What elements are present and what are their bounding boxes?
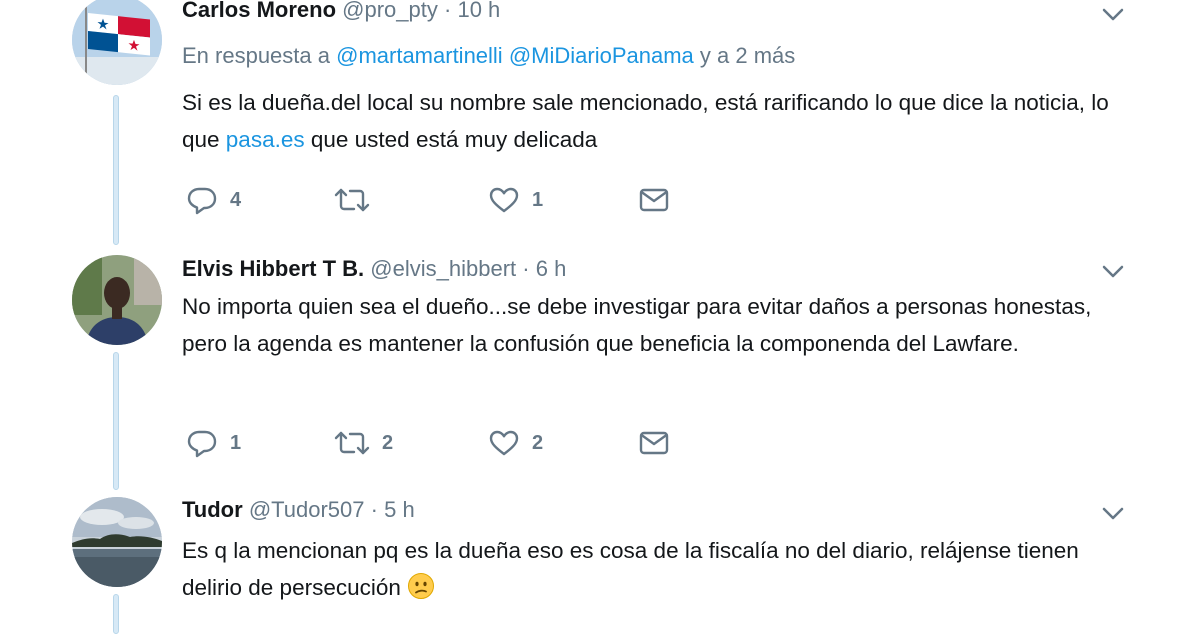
mention-link[interactable]: @martamartinelli <box>336 43 503 68</box>
retweet-button[interactable]: 2 <box>334 427 393 459</box>
direct-message-button[interactable] <box>638 184 670 216</box>
author-handle[interactable]: @Tudor507 <box>249 497 365 522</box>
tweet-header: Elvis Hibbert T B. @elvis_hibbert · 6 h <box>182 255 566 283</box>
separator-dot: · <box>522 256 530 281</box>
author-name[interactable]: Tudor <box>182 497 243 522</box>
tweet-header: Carlos Moreno @pro_pty · 10 h <box>182 0 500 24</box>
tweet-carlos-moreno[interactable]: Carlos Moreno @pro_pty · 10 h En respues… <box>0 0 1200 250</box>
author-handle[interactable]: @pro_pty <box>342 0 438 22</box>
author-name[interactable]: Carlos Moreno <box>182 0 336 22</box>
reply-context: En respuesta a @martamartinelli @MiDiari… <box>182 42 795 70</box>
avatar[interactable] <box>72 497 162 587</box>
retweet-icon <box>334 188 370 212</box>
reply-button[interactable]: 4 <box>186 184 241 216</box>
panama-flag-image <box>72 0 162 85</box>
reply-button[interactable]: 1 <box>186 427 241 459</box>
tweet-text: Si es la dueña.del local su nombre sale … <box>182 84 1142 158</box>
reply-icon <box>187 430 217 458</box>
mention-link[interactable]: @MiDiarioPanama <box>509 43 694 68</box>
tweet-text-part: Es q la mencionan pq es la dueña eso es … <box>182 538 1079 600</box>
direct-message-icon <box>639 431 669 455</box>
direct-message-icon <box>639 188 669 212</box>
chevron-down-icon[interactable] <box>1100 503 1126 523</box>
like-icon <box>489 430 519 456</box>
avatar[interactable] <box>72 0 162 85</box>
tweet-text: Es q la mencionan pq es la dueña eso es … <box>182 532 1142 611</box>
thread-line <box>113 95 119 245</box>
thread-line <box>113 594 119 634</box>
profile-photo <box>72 497 162 587</box>
timestamp[interactable]: 5 h <box>384 497 415 522</box>
chevron-down-icon[interactable] <box>1100 4 1126 24</box>
author-handle[interactable]: @elvis_hibbert <box>370 256 516 281</box>
timestamp[interactable]: 10 h <box>457 0 500 22</box>
avatar[interactable] <box>72 255 162 345</box>
thread-line <box>113 352 119 490</box>
tweet-text: No importa quien sea el dueño...se debe … <box>182 294 1092 356</box>
tweet-header: Tudor @Tudor507 · 5 h <box>182 496 415 524</box>
profile-photo <box>72 255 162 345</box>
direct-message-button[interactable] <box>638 427 670 459</box>
reply-count: 4 <box>230 188 242 211</box>
confused-face-emoji <box>407 572 435 611</box>
tweet-link[interactable]: pasa.es <box>226 127 305 152</box>
retweet-icon <box>334 431 370 455</box>
timestamp[interactable]: 6 h <box>536 256 567 281</box>
tweet-text-part: que usted está muy delicada <box>304 127 598 152</box>
retweet-button[interactable] <box>334 184 382 216</box>
like-button[interactable]: 1 <box>488 184 543 216</box>
like-icon <box>489 187 519 213</box>
chevron-down-icon[interactable] <box>1100 261 1126 281</box>
retweet-count: 2 <box>382 431 394 454</box>
reply-suffix[interactable]: y a 2 más <box>700 43 795 68</box>
like-button[interactable]: 2 <box>488 427 543 459</box>
tweet-tudor[interactable]: Tudor @Tudor507 · 5 h Es q la mencionan … <box>0 490 1200 634</box>
like-count: 2 <box>532 431 544 454</box>
author-name[interactable]: Elvis Hibbert T B. <box>182 256 364 281</box>
reply-icon <box>187 187 217 215</box>
separator-dot: · <box>444 0 452 22</box>
separator-dot: · <box>370 497 378 522</box>
reply-count: 1 <box>230 431 242 454</box>
like-count: 1 <box>532 188 544 211</box>
reply-prefix: En respuesta a <box>182 43 330 68</box>
tweet-elvis-hibbert[interactable]: Elvis Hibbert T B. @elvis_hibbert · 6 h … <box>0 250 1200 490</box>
